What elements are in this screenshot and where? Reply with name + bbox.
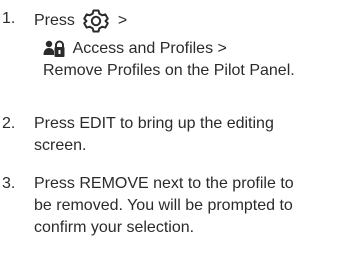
step-line: Press EDIT to bring up the editing xyxy=(34,115,274,132)
step-text: Press REMOVE next to the profile to be r… xyxy=(34,173,340,239)
step-line: screen. xyxy=(34,137,87,154)
step-number: 1. xyxy=(2,10,16,27)
chevron-text: > xyxy=(117,12,128,30)
step-text: Press > Access and Profiles > Remove Pro… xyxy=(34,8,340,82)
press-text: Press xyxy=(34,12,75,30)
step-line: Press > xyxy=(34,8,340,34)
access-profiles-icon xyxy=(43,39,65,59)
step-line: confirm your selection. xyxy=(34,219,195,236)
step-number: 3. xyxy=(2,175,16,192)
access-profiles-text: Access and Profiles > xyxy=(72,40,227,57)
gear-icon xyxy=(81,8,111,34)
step-line: be removed. You will be prompted to xyxy=(34,197,293,214)
step-line: Remove Profiles on the Pilot Panel. xyxy=(43,62,295,79)
step-text: Press EDIT to bring up the editing scree… xyxy=(34,113,340,157)
step-number: 2. xyxy=(2,115,16,132)
step-line: Access and Profiles > xyxy=(34,38,340,60)
step-line: Press REMOVE next to the profile to xyxy=(34,175,294,192)
